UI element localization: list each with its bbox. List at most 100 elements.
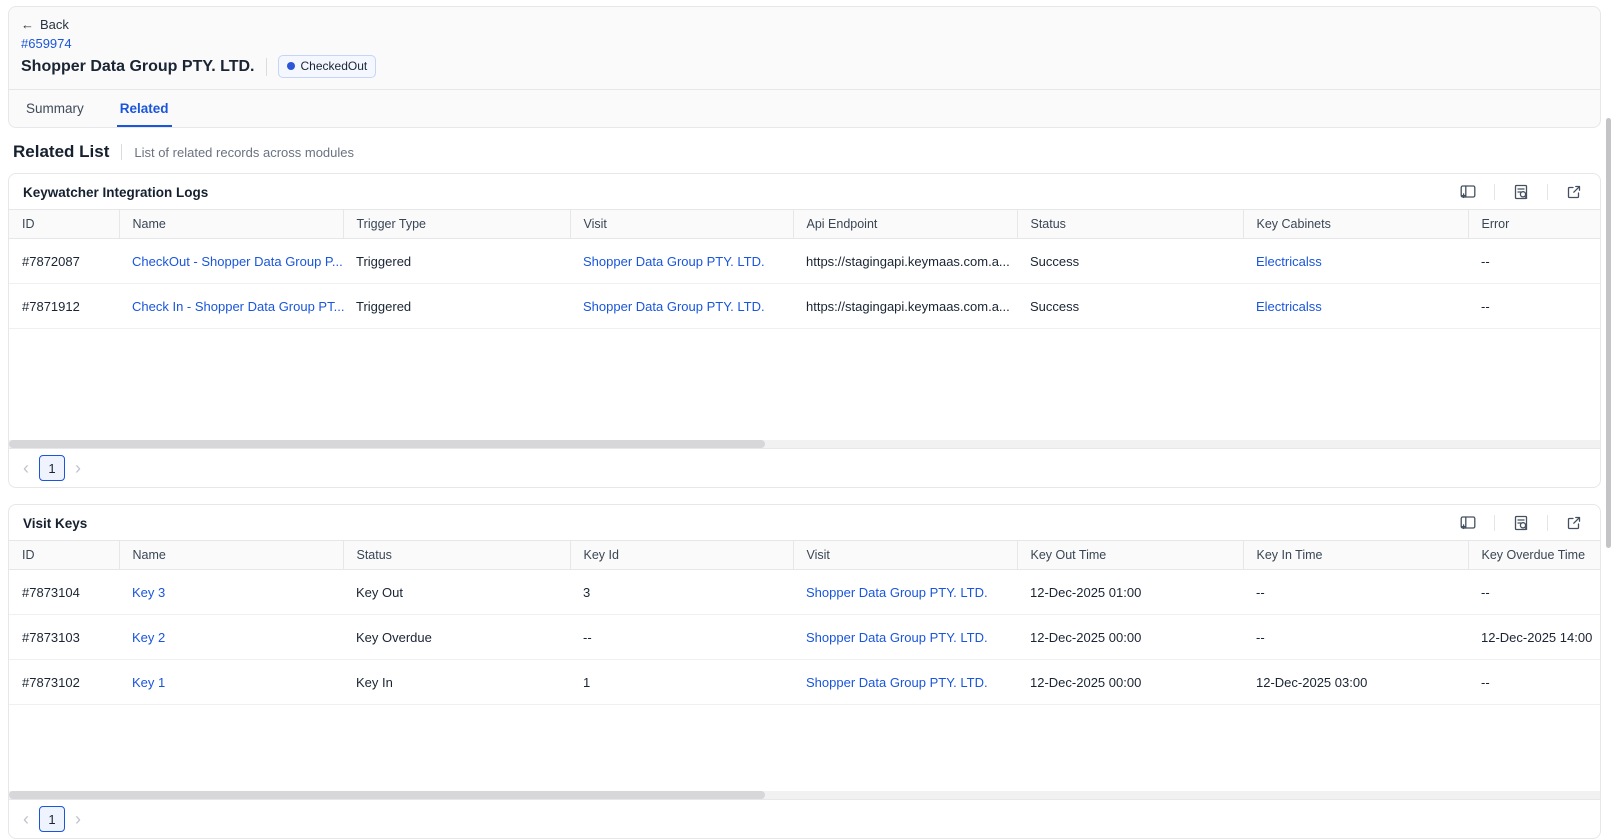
pagination: ‹ 1 › bbox=[9, 799, 1600, 838]
column-header: Visit bbox=[570, 210, 793, 239]
record-header-top: ← Back #659974 Shopper Data Group PTY. L… bbox=[9, 7, 1600, 89]
open-external-button[interactable] bbox=[1548, 183, 1586, 201]
table-cell: Shopper Data Group PTY. LTD. bbox=[793, 615, 1017, 660]
page: ← Back #659974 Shopper Data Group PTY. L… bbox=[0, 0, 1613, 839]
table-cell: 12-Dec-2025 00:00 bbox=[1017, 660, 1243, 705]
column-header: Key Overdue Time bbox=[1468, 541, 1600, 570]
keywatcher-logs-card: Keywatcher Integration Logs bbox=[8, 173, 1601, 488]
horizontal-scrollbar-thumb[interactable] bbox=[9, 440, 765, 448]
visit-keys-table: IDNameStatusKey IdVisitKey Out TimeKey I… bbox=[9, 540, 1600, 705]
record-link[interactable]: Shopper Data Group PTY. LTD. bbox=[583, 299, 765, 314]
column-header: Status bbox=[1017, 210, 1243, 239]
table-zone: IDNameStatusKey IdVisitKey Out TimeKey I… bbox=[9, 540, 1600, 791]
record-link[interactable]: Shopper Data Group PTY. LTD. bbox=[583, 254, 765, 269]
column-header: Error bbox=[1468, 210, 1600, 239]
open-external-button[interactable] bbox=[1548, 514, 1586, 532]
next-page-button[interactable]: › bbox=[73, 459, 83, 477]
table-cell: 3 bbox=[570, 570, 793, 615]
table-row: #7873103Key 2Key Overdue--Shopper Data G… bbox=[9, 615, 1600, 660]
back-label: Back bbox=[40, 17, 69, 32]
prev-page-button[interactable]: ‹ bbox=[21, 459, 31, 477]
record-link[interactable]: CheckOut - Shopper Data Group P... bbox=[132, 254, 343, 269]
table-cell: -- bbox=[1468, 660, 1600, 705]
card-actions bbox=[1442, 514, 1586, 532]
record-link[interactable]: Shopper Data Group PTY. LTD. bbox=[806, 630, 988, 645]
tab-related[interactable]: Related bbox=[117, 90, 172, 127]
table-cell: Triggered bbox=[343, 239, 570, 284]
table-cell: Key Overdue bbox=[343, 615, 570, 660]
table-cell: https://stagingapi.keymaas.com.a... bbox=[793, 284, 1017, 329]
column-header: Key Cabinets bbox=[1243, 210, 1468, 239]
horizontal-scrollbar-thumb[interactable] bbox=[9, 791, 765, 799]
vertical-scrollbar[interactable] bbox=[1606, 118, 1611, 548]
heading-divider bbox=[121, 144, 122, 160]
tab-summary[interactable]: Summary bbox=[23, 90, 87, 127]
record-link[interactable]: Key 1 bbox=[132, 675, 165, 690]
external-link-icon bbox=[1565, 514, 1583, 532]
table-cell: 1 bbox=[570, 660, 793, 705]
page-heading: Related List List of related records acr… bbox=[13, 142, 1601, 162]
table-cell: #7873102 bbox=[9, 660, 119, 705]
table-cell: Shopper Data Group PTY. LTD. bbox=[793, 570, 1017, 615]
record-title-row: Shopper Data Group PTY. LTD. CheckedOut bbox=[21, 55, 1588, 78]
table-zone: IDNameTrigger TypeVisitApi EndpointStatu… bbox=[9, 209, 1600, 440]
view-records-button[interactable] bbox=[1495, 183, 1547, 201]
page-number-button[interactable]: 1 bbox=[39, 806, 65, 832]
table-cell: -- bbox=[1468, 284, 1600, 329]
add-column-button[interactable] bbox=[1442, 183, 1494, 201]
table-cell: Key In bbox=[343, 660, 570, 705]
record-title: Shopper Data Group PTY. LTD. bbox=[21, 58, 255, 76]
column-header: Status bbox=[343, 541, 570, 570]
table-row: #7871912 Check In - Shopper Data Group PT… bbox=[9, 284, 1600, 329]
status-badge: CheckedOut bbox=[278, 55, 377, 78]
table-cell: Success bbox=[1017, 239, 1243, 284]
card-head: Visit Keys bbox=[9, 505, 1600, 540]
table-add-column-icon bbox=[1459, 183, 1477, 201]
external-link-icon bbox=[1565, 183, 1583, 201]
pagination: ‹ 1 › bbox=[9, 448, 1600, 487]
record-link[interactable]: Check In - Shopper Data Group PT... bbox=[132, 299, 344, 314]
table-cell: #7873103 bbox=[9, 615, 119, 660]
table-cell: 12-Dec-2025 14:00 bbox=[1468, 615, 1600, 660]
record-link[interactable]: Electricalss bbox=[1256, 299, 1322, 314]
page-number-button[interactable]: 1 bbox=[39, 455, 65, 481]
next-page-button[interactable]: › bbox=[73, 810, 83, 828]
horizontal-scrollbar-track bbox=[9, 440, 1600, 448]
column-header: Name bbox=[119, 210, 343, 239]
horizontal-scrollbar-track bbox=[9, 791, 1600, 799]
table-cell: Key 2 bbox=[119, 615, 343, 660]
record-link[interactable]: Shopper Data Group PTY. LTD. bbox=[806, 675, 988, 690]
tab-bar: Summary Related bbox=[9, 89, 1600, 127]
table-title-visit-keys: Visit Keys bbox=[23, 516, 87, 531]
table-cell: Triggered bbox=[343, 284, 570, 329]
view-records-button[interactable] bbox=[1495, 514, 1547, 532]
column-header: Api Endpoint bbox=[793, 210, 1017, 239]
table-cell: #7871912 bbox=[9, 284, 119, 329]
column-header: Name bbox=[119, 541, 343, 570]
table-cell: Check In - Shopper Data Group PT... bbox=[119, 284, 343, 329]
document-search-icon bbox=[1512, 183, 1530, 201]
status-badge-label: CheckedOut bbox=[301, 59, 368, 73]
record-link[interactable]: Electricalss bbox=[1256, 254, 1322, 269]
table-cell: Key Out bbox=[343, 570, 570, 615]
back-arrow-icon: ← bbox=[21, 17, 34, 32]
table-cell: Shopper Data Group PTY. LTD. bbox=[793, 660, 1017, 705]
record-link[interactable]: Shopper Data Group PTY. LTD. bbox=[806, 585, 988, 600]
document-search-icon bbox=[1512, 514, 1530, 532]
record-link[interactable]: Key 3 bbox=[132, 585, 165, 600]
record-link[interactable]: Key 2 bbox=[132, 630, 165, 645]
visit-keys-card: Visit Keys bbox=[8, 504, 1601, 839]
table-cell: Electricalss bbox=[1243, 284, 1468, 329]
table-cell: #7872087 bbox=[9, 239, 119, 284]
table-cell: 12-Dec-2025 01:00 bbox=[1017, 570, 1243, 615]
card-actions bbox=[1442, 183, 1586, 201]
page-title: Related List bbox=[13, 142, 109, 162]
table-row: #7873104Key 3Key Out3Shopper Data Group … bbox=[9, 570, 1600, 615]
column-header: Key Out Time bbox=[1017, 541, 1243, 570]
table-cell: -- bbox=[1468, 239, 1600, 284]
back-button[interactable]: ← Back bbox=[21, 17, 69, 32]
table-cell: -- bbox=[1243, 570, 1468, 615]
prev-page-button[interactable]: ‹ bbox=[21, 810, 31, 828]
add-column-button[interactable] bbox=[1442, 514, 1494, 532]
table-title-keywatcher-logs: Keywatcher Integration Logs bbox=[23, 185, 208, 200]
